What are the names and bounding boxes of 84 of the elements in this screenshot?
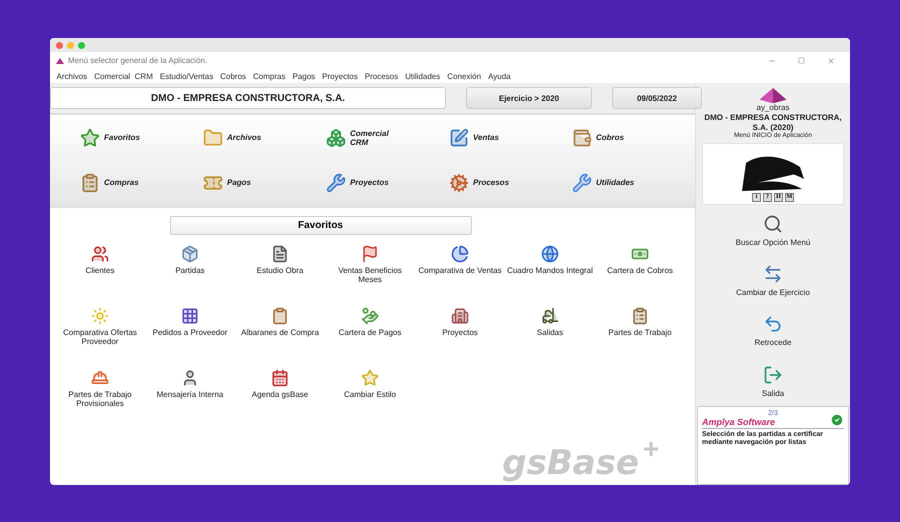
calendar-icon — [271, 369, 289, 387]
pie-chart-icon — [451, 245, 469, 263]
favorite-shortcut[interactable]: Comparativa Ofertas Proveedor — [55, 307, 145, 369]
swap-arrows-icon — [763, 264, 783, 284]
maximize-icon[interactable] — [798, 57, 805, 64]
menu-item[interactable]: Pagos — [288, 72, 319, 80]
menu-item[interactable]: Estudio/Ventas — [156, 72, 217, 80]
favorite-shortcut[interactable]: Agenda gsBase — [235, 369, 325, 431]
sidebar-action-button[interactable]: Retrocede — [754, 306, 792, 356]
favorite-shortcut[interactable]: Estudio Obra — [235, 245, 325, 307]
favorite-shortcut[interactable]: Clientes — [55, 245, 145, 307]
favorite-shortcut[interactable]: Pedidos a Proveedor — [145, 307, 235, 369]
favorite-shortcut[interactable]: Cuadro Mandos Integral — [505, 245, 595, 307]
hand-money-icon — [361, 307, 379, 325]
favorite-shortcut[interactable]: Mensajería Interna — [145, 369, 235, 431]
menu-item[interactable]: Compras — [250, 72, 289, 80]
favorite-shortcut[interactable]: Cambiar Estilo — [325, 369, 415, 431]
window-control-dot[interactable] — [78, 42, 85, 48]
back-arrow-icon — [762, 314, 783, 334]
module-button[interactable]: Pagos — [203, 172, 252, 192]
favorite-shortcut[interactable]: Albaranes de Compra — [235, 307, 325, 369]
sun-icon — [91, 307, 109, 325]
exercise-button[interactable]: Ejercicio > 2020 — [466, 87, 592, 109]
module-button[interactable]: Proyectos — [326, 172, 389, 192]
star-icon — [361, 369, 379, 387]
sidebar-action-button[interactable]: Cambiar de Ejercicio — [736, 256, 810, 306]
document-icon — [271, 245, 289, 263]
date-field: 09/05/2022 — [612, 87, 702, 109]
menu-item[interactable]: Conexión — [444, 72, 485, 80]
worker-icon — [91, 369, 109, 387]
boxes-icon — [181, 245, 199, 263]
close-icon[interactable] — [827, 56, 835, 64]
module-button[interactable]: Archivos — [203, 128, 262, 148]
pyramid-icon — [56, 58, 64, 64]
module-button[interactable]: Favoritos — [80, 128, 140, 148]
company-label: DMO - EMPRESA CONSTRUCTORA, S.A. (2020) — [703, 113, 843, 132]
window-title: Menú selector general de la Aplicación. — [68, 56, 208, 65]
module-button[interactable]: Cobros — [572, 128, 624, 148]
favorite-shortcut[interactable]: Comparativa de Ventas — [415, 245, 505, 307]
clipboard-icon — [80, 172, 100, 192]
menu-item[interactable]: Archivos — [53, 72, 91, 80]
plus-icon — [643, 440, 659, 457]
folder-icon — [203, 128, 223, 148]
sidebar-action-button[interactable]: Buscar Opción Menú — [736, 206, 810, 256]
module-button[interactable]: Compras — [80, 172, 139, 192]
menu-item[interactable]: Utilidades — [402, 72, 444, 80]
module-button[interactable]: Comercial CRM — [326, 128, 398, 148]
clipboard-icon — [271, 307, 289, 325]
globe-icon — [541, 245, 559, 263]
company-name: DMO - EMPRESA CONSTRUCTORA, S.A. — [50, 87, 446, 109]
favorite-shortcut[interactable]: Salidas — [505, 307, 595, 369]
window-control-dot[interactable] — [67, 42, 74, 48]
favorite-shortcut[interactable]: Proyectos — [415, 307, 505, 369]
module-button[interactable]: Procesos — [449, 172, 510, 192]
sidebar-action-button[interactable]: Salida — [762, 356, 784, 406]
wave-logo-icon — [740, 154, 806, 193]
module-button[interactable]: Utilidades — [572, 172, 634, 192]
menu-item[interactable]: Procesos — [361, 72, 402, 80]
favorite-shortcut[interactable]: Cartera de Cobros — [595, 245, 685, 307]
people-icon — [91, 245, 109, 263]
favorite-shortcut[interactable]: Partes de Trabajo — [595, 307, 685, 369]
favorite-shortcut[interactable]: Ventas Beneficios Meses — [325, 245, 415, 307]
star-icon — [80, 128, 100, 148]
tools-icon — [572, 172, 592, 192]
module-button[interactable]: Ventas — [449, 128, 499, 148]
person-icon — [181, 369, 199, 387]
menu-item[interactable]: Proyectos — [318, 72, 362, 80]
user-name: ay_obras — [756, 103, 790, 114]
favorites-heading: Favoritos — [170, 216, 472, 235]
check-icon — [830, 412, 844, 427]
menu-item[interactable]: Cobros — [216, 72, 250, 80]
favorite-shortcut[interactable]: Partes de Trabajo Provisionales — [55, 369, 145, 431]
pyramid-icon — [759, 88, 787, 104]
favorite-shortcut[interactable]: Partidas — [145, 245, 235, 307]
pencil-note-icon — [449, 128, 469, 148]
favorite-shortcut[interactable]: Cartera de Pagos — [325, 307, 415, 369]
chart-flag-icon — [361, 245, 379, 263]
boxes-icon — [326, 128, 346, 148]
menu-item[interactable]: Ayuda — [484, 72, 514, 80]
forklift-icon — [541, 307, 559, 325]
exit-icon — [763, 364, 783, 385]
menu-item[interactable]: Comercial CRM — [90, 72, 156, 80]
wrench-icon — [326, 172, 346, 192]
window-control-dot[interactable] — [56, 42, 63, 48]
